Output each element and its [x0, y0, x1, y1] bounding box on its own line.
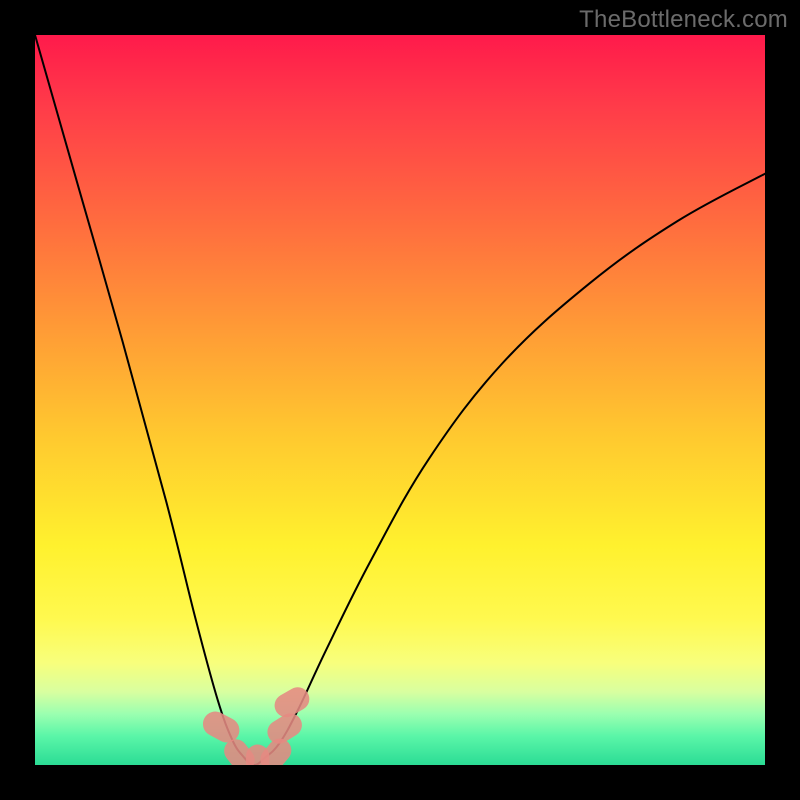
chart-svg [35, 35, 765, 765]
plot-area [35, 35, 765, 765]
curve-path [35, 35, 765, 765]
chart-frame: TheBottleneck.com [0, 0, 800, 800]
watermark-text: TheBottleneck.com [579, 6, 788, 34]
